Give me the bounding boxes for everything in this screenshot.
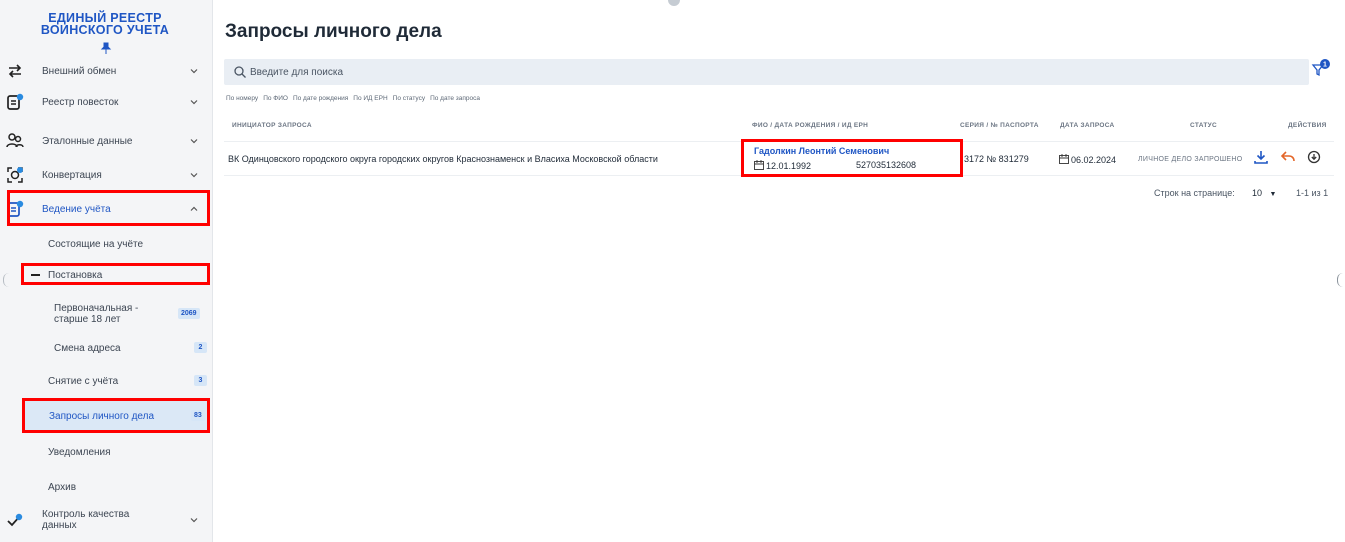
sidebar-item-record-keeping[interactable]: Ведение учёта [0,194,213,224]
column-header-person[interactable]: ФИО / ДАТА РОЖДЕНИЯ / ИД ЕРН [752,122,868,129]
search-icon [234,66,246,78]
sidebar-subitem-notifications[interactable]: Уведомления [0,441,213,463]
chevron-down-icon [190,100,198,105]
chip-by-number[interactable]: По номеру [226,95,258,102]
sidebar-item-label: Реестр повесток [42,96,119,108]
rows-per-page-select[interactable]: 10 ▼ [1252,188,1276,198]
sidebar-item-label: Контроль качества данных [42,509,130,531]
filter-count: 1 [1323,62,1327,69]
main-content: Запросы личного дела 1 По номеру По ФИО … [214,0,1345,542]
sidebar-item-label: Конвертация [42,169,102,181]
sidebar-item-external-exchange[interactable]: Внешний обмен [0,56,213,86]
count-badge: 3 [194,375,207,386]
sidebar-item-label: Внешний обмен [42,65,117,77]
download-icon[interactable] [1253,149,1269,165]
filter-icon: 1 [1311,59,1330,77]
person-name-link[interactable]: Гадолкин Леонтий Семенович [754,146,889,156]
ern-id-cell: 527035132608 [856,160,917,170]
column-header-status[interactable]: СТАТУС [1190,122,1217,129]
rows-per-page-label: Строк на странице: [1154,188,1235,198]
pagination-range: 1-1 из 1 [1296,188,1329,198]
sidebar-subitem-label: Архив [48,482,77,493]
chevron-down-icon [190,69,198,74]
sidebar-subitem-registered[interactable]: Состоящие на учёте [0,233,213,255]
sidebar-subitem-label: Смена адреса [54,343,121,354]
birth-date-value: 12.01.1992 [766,161,812,171]
sidebar-subitem-enrollment[interactable]: Постановка [0,264,213,286]
logo-line-2: ВОИНСКОГО УЧЕТА [40,23,170,37]
chevron-down-icon [190,518,198,523]
sidebar-subitem-label: Снятие с учёта [48,376,119,387]
quality-check-icon [4,509,26,531]
count-badge: 2 [194,342,207,353]
initiator-cell: ВК Одинцовского городского округа городс… [228,154,658,164]
count-badge: 2069 [178,308,200,319]
column-header-request-date[interactable]: ДАТА ЗАПРОСА [1060,122,1115,129]
registry-document-icon [4,198,26,220]
sidebar: ЕДИНЫЙ РЕЕСТР ВОИНСКОГО УЧЕТА Внешний об… [0,0,213,542]
status-badge: ЛИЧНОЕ ДЕЛО ЗАПРОШЕНО [1138,156,1243,163]
sidebar-subitem-label: Постановка [48,270,103,281]
caret-down-icon: ▼ [1269,191,1277,198]
search-bar[interactable] [224,59,1309,85]
chevron-up-icon [190,206,198,211]
sidebar-subitem-label: Первоначальная - старше 18 лет [54,303,139,325]
search-filter-chips: По номеру По ФИО По дате рождения По ИД … [226,95,480,102]
chip-by-name[interactable]: По ФИО [263,95,288,102]
document-notification-icon [4,91,26,113]
top-drag-handle[interactable] [668,0,680,6]
column-header-passport[interactable]: СЕРИЯ / № ПАСПОРТА [960,122,1039,129]
passport-cell: 3172 № 831279 [964,154,1029,164]
birth-date-cell: 12.01.1992 [754,160,811,171]
chevron-down-icon [190,173,198,178]
sidebar-item-summons-registry[interactable]: Реестр повесток [0,87,213,117]
chip-by-ern-id[interactable]: По ИД ЕРН [353,95,387,102]
column-header-actions: ДЕЙСТВИЯ [1288,122,1327,129]
collapse-handle-left[interactable] [3,273,9,287]
sidebar-item-label: Эталонные данные [42,135,133,147]
sidebar-item-data-quality[interactable]: Контроль качества данных [0,503,213,537]
users-group-icon [4,130,26,152]
sidebar-subitem-address-change[interactable]: Смена адреса 2 [0,337,213,359]
sidebar-subitem-personal-file-requests[interactable]: Запросы личного дела 83 [22,400,210,432]
column-header-initiator[interactable]: ИНИЦИАТОР ЗАПРОСА [232,122,312,129]
rows-per-page-value: 10 [1252,188,1263,198]
pin-icon[interactable] [99,41,113,55]
sidebar-subitem-label: Запросы личного дела [49,411,155,422]
sidebar-item-label: Ведение учёта [42,203,111,215]
download-circle-icon[interactable] [1306,149,1322,165]
sidebar-item-reference-data[interactable]: Эталонные данные [0,126,213,156]
calendar-icon [1059,154,1069,164]
chevron-down-icon [190,139,198,144]
convert-scan-icon [4,164,26,186]
search-input[interactable] [250,59,1290,85]
collapse-handle-right[interactable] [1337,273,1343,287]
sidebar-subitem-initial[interactable]: Первоначальная - старше 18 лет 2069 [0,300,213,328]
count-badge: 83 [191,410,205,421]
minus-icon [31,274,40,276]
reply-arrow-icon[interactable] [1280,149,1296,165]
chip-by-birth-date[interactable]: По дате рождения [293,95,348,102]
table-row[interactable]: ВК Одинцовского городского округа городс… [224,141,1334,176]
chip-by-request-date[interactable]: По дате запроса [430,95,480,102]
chip-by-status[interactable]: По статусу [393,95,425,102]
sidebar-item-conversion[interactable]: Конвертация [0,160,213,190]
sidebar-subitem-label: Уведомления [48,447,111,458]
filter-button[interactable]: 1 [1310,58,1332,80]
sidebar-subitem-archive[interactable]: Архив [0,476,213,498]
calendar-icon [754,160,764,170]
request-date-value: 06.02.2024 [1071,155,1117,165]
sidebar-subitem-deregistration[interactable]: Снятие с учёта 3 [0,370,213,392]
page-title: Запросы личного дела [225,21,442,42]
app-logo[interactable]: ЕДИНЫЙ РЕЕСТР ВОИНСКОГО УЧЕТА [10,12,200,37]
request-date-cell: 06.02.2024 [1059,154,1116,165]
sidebar-subitem-label: Состоящие на учёте [48,239,144,250]
exchange-arrows-icon [4,60,26,82]
